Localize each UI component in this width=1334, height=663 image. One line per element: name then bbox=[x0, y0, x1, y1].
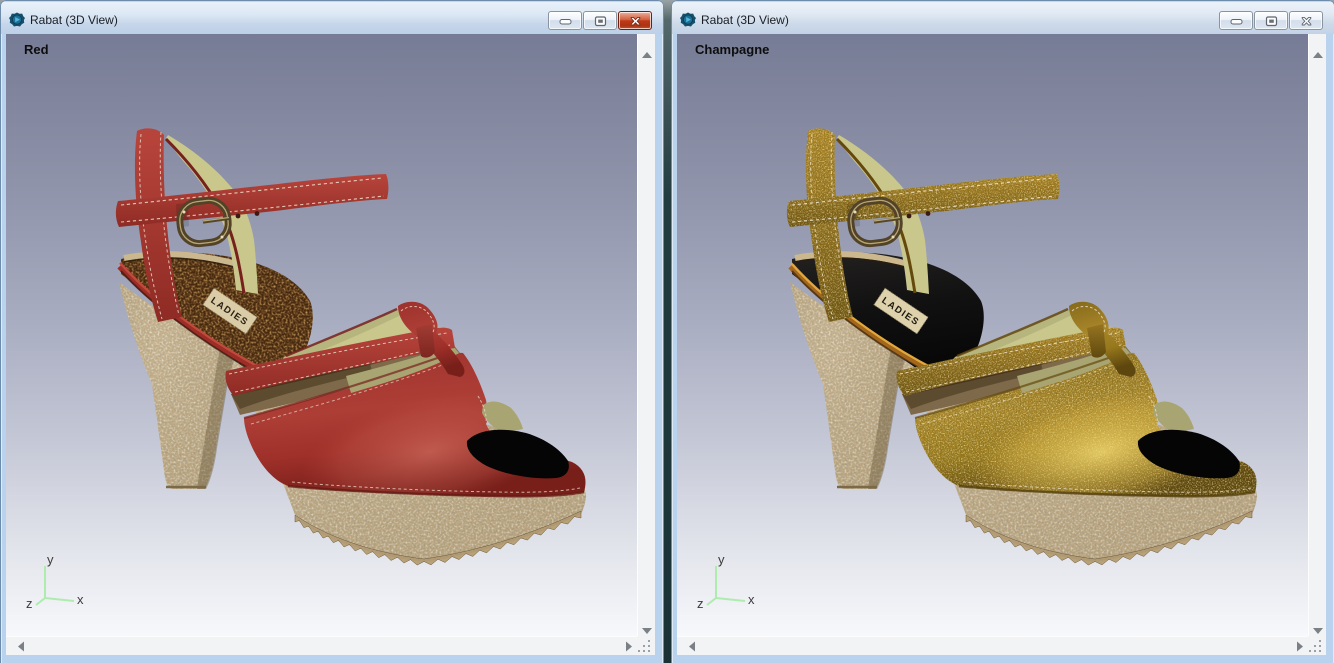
svg-text:z: z bbox=[697, 596, 704, 611]
svg-text:y: y bbox=[718, 552, 725, 567]
svg-text:x: x bbox=[77, 592, 84, 607]
svg-text:x: x bbox=[748, 592, 755, 607]
svg-text:z: z bbox=[26, 596, 33, 611]
svg-text:y: y bbox=[47, 552, 54, 567]
